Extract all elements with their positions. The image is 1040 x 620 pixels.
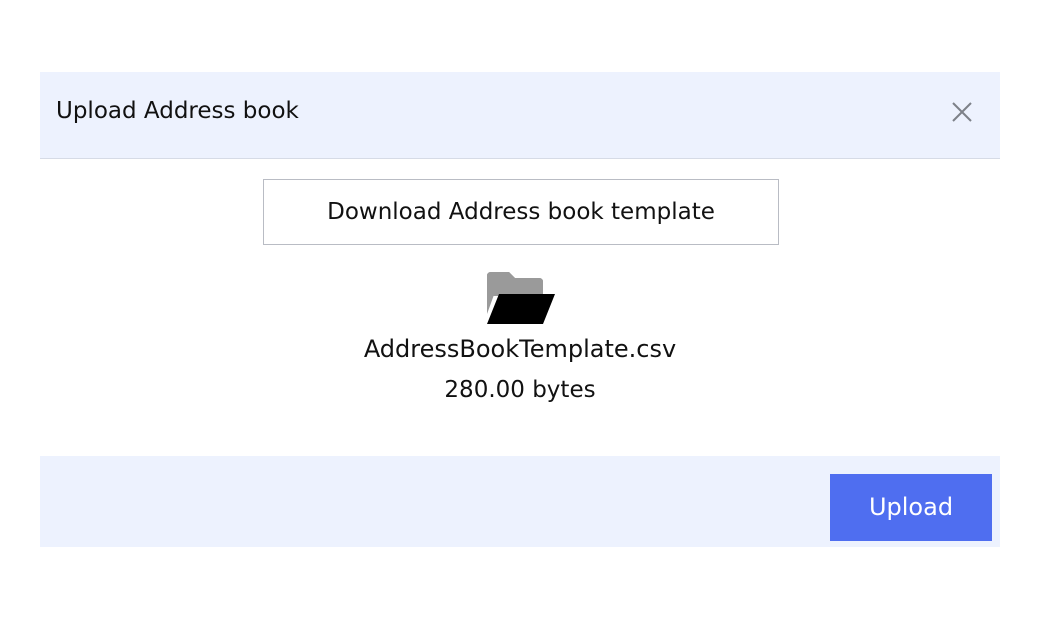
upload-button[interactable]: Upload	[830, 474, 992, 541]
file-size: 280.00 bytes	[444, 377, 596, 403]
dialog-title: Upload Address book	[56, 98, 299, 124]
close-icon	[948, 98, 976, 126]
dialog-header: Upload Address book	[40, 72, 1000, 159]
upload-address-book-dialog: Upload Address book Download Address boo…	[40, 72, 1000, 547]
file-name: AddressBookTemplate.csv	[363, 335, 677, 363]
download-template-button[interactable]: Download Address book template	[263, 179, 779, 245]
close-button[interactable]	[948, 98, 976, 126]
dialog-footer: Upload	[40, 456, 1000, 547]
folder-open-icon	[485, 270, 557, 326]
